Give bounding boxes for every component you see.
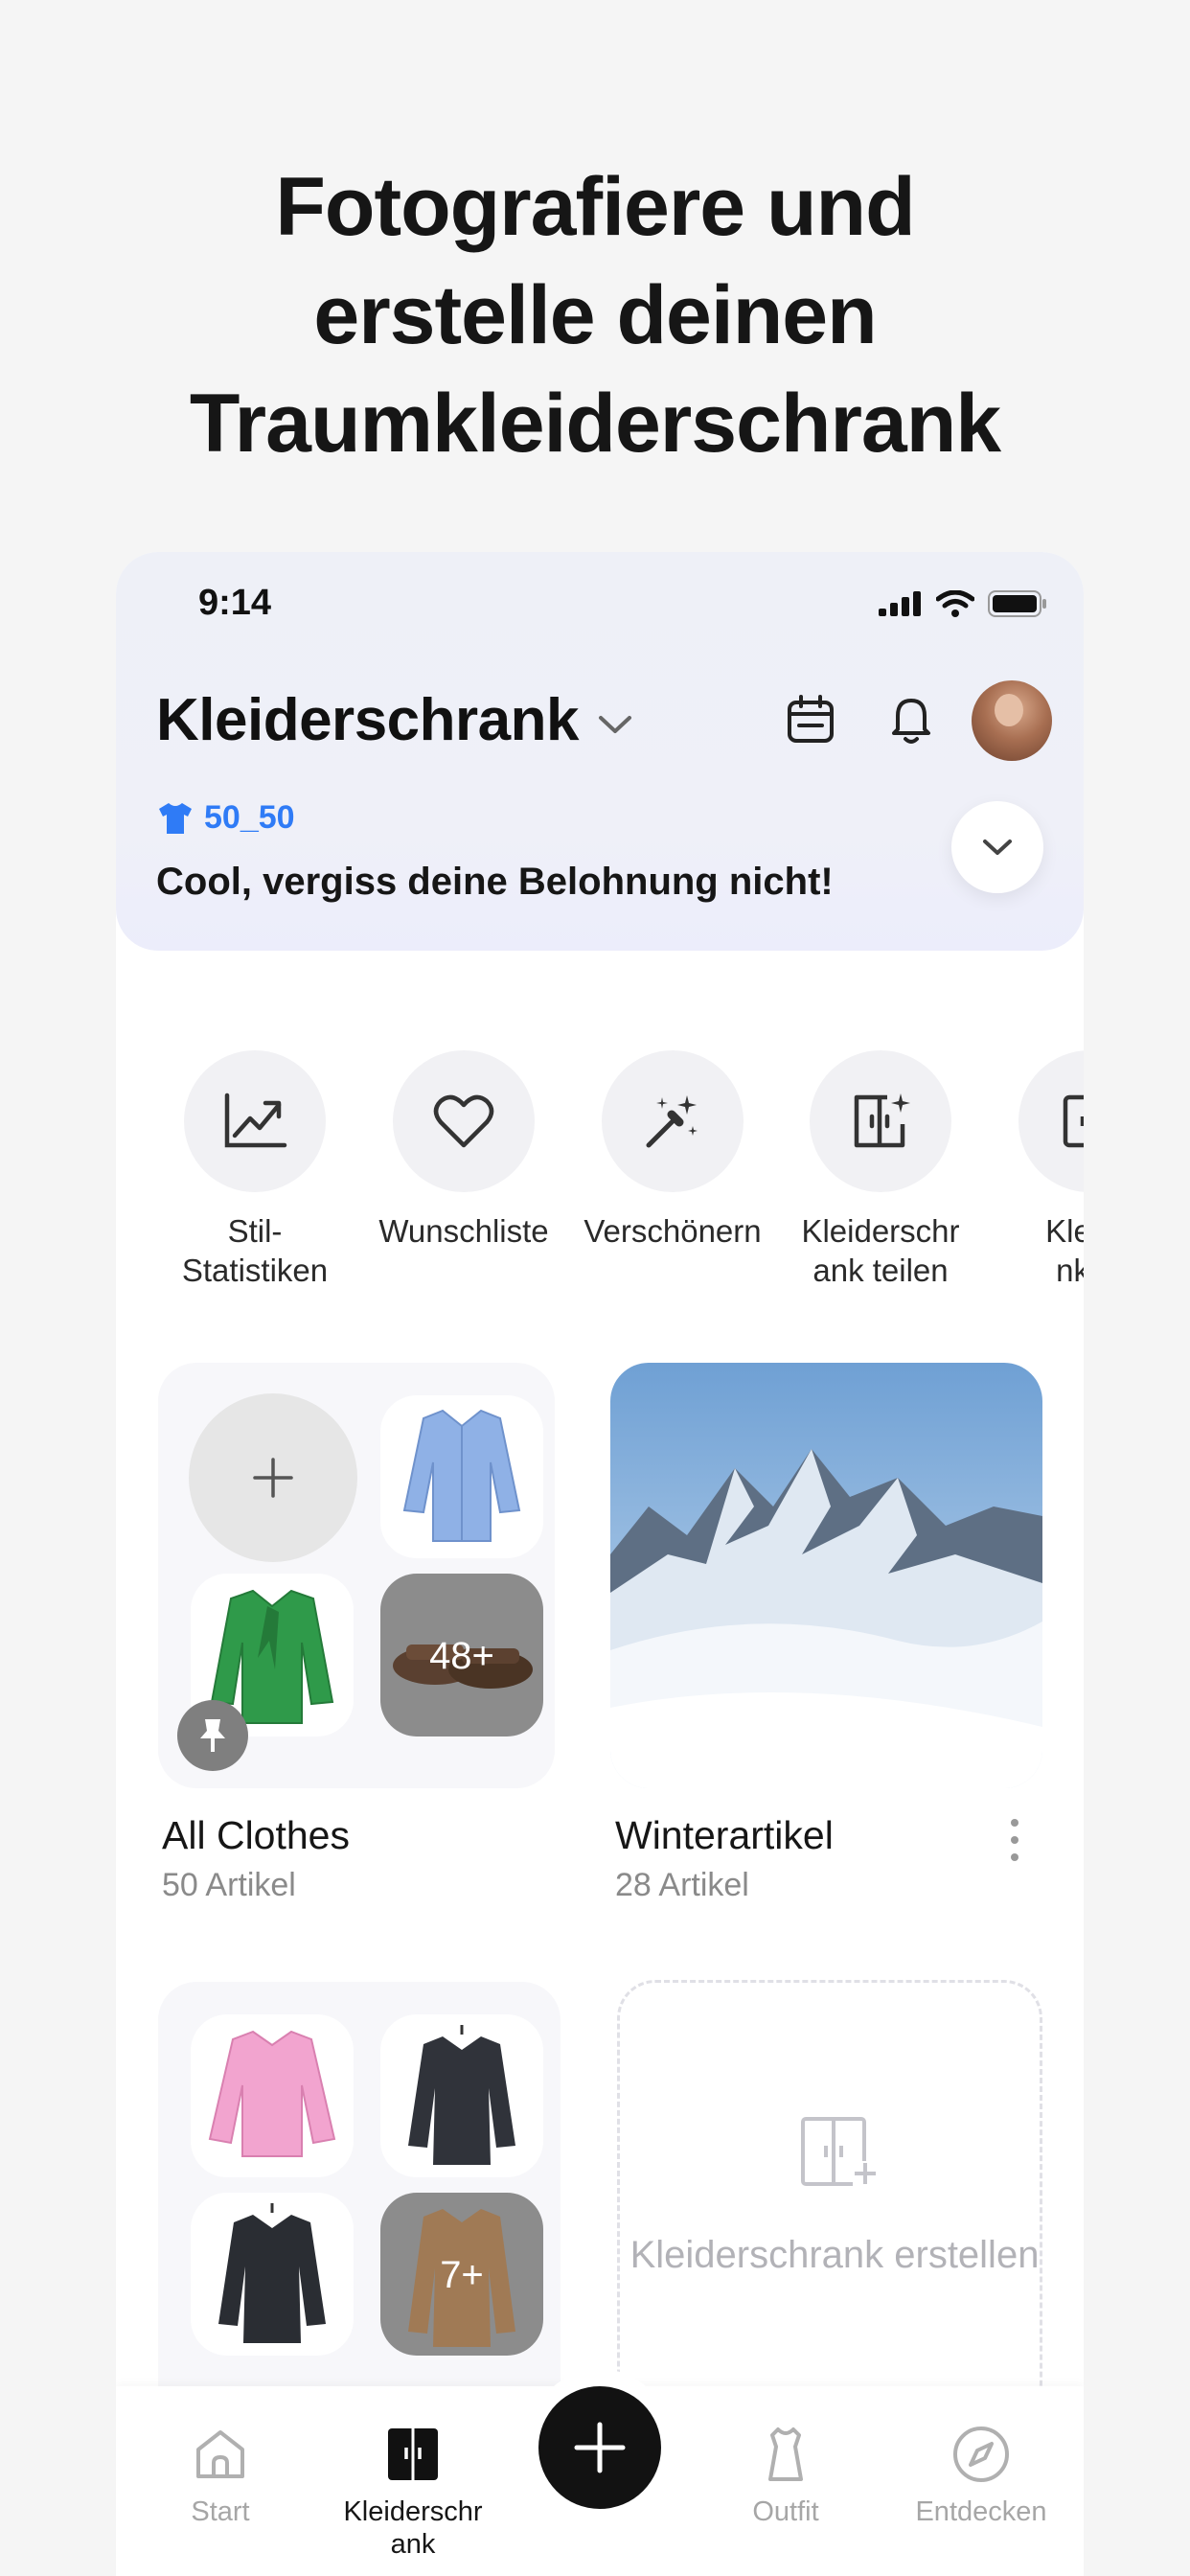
headline-line-3: Traumkleiderschrank	[189, 378, 1001, 470]
collection-count: 28 Artikel	[615, 1867, 749, 1903]
wifi-icon	[936, 590, 974, 617]
wardrobe-icon	[1063, 1094, 1084, 1148]
action-wishlist[interactable]: Wunschliste	[363, 1050, 564, 1251]
collection-name: Winterartikel	[615, 1813, 834, 1857]
action-label: Verschönern	[584, 1213, 762, 1249]
tab-label: Entdecken	[915, 2496, 1047, 2527]
outfit-icon	[768, 2427, 803, 2481]
expand-button[interactable]	[951, 801, 1043, 893]
reward-text: Cool, vergiss deine Belohnung nicht!	[156, 861, 834, 903]
magic-wand-icon	[646, 1095, 698, 1148]
wardrobe-title-row[interactable]: Kleiderschrank	[156, 686, 634, 754]
plus-icon	[253, 1458, 293, 1498]
item-blue-shirt[interactable]	[380, 1395, 543, 1558]
item-pink-shirt[interactable]	[191, 2014, 354, 2177]
item-beige-trench-more[interactable]: 7+	[380, 2193, 543, 2356]
action-share-wardrobe[interactable]: Kleiderschr ank teilen	[780, 1050, 981, 1290]
heart-icon	[433, 1094, 494, 1148]
dark-trench-image	[408, 2025, 515, 2165]
bell-icon[interactable]	[884, 693, 938, 747]
phone-screen: 9:14 Kleiderschrank 50_50 Cool, vergiss …	[116, 552, 1084, 2576]
plus-icon	[574, 2422, 626, 2473]
more-count: 48+	[429, 1635, 494, 1677]
wardrobe-icon	[388, 2428, 438, 2480]
wardrobe-tag: 50_50	[156, 799, 295, 837]
tshirt-icon	[159, 802, 192, 834]
tab-start[interactable]: Start	[134, 2425, 307, 2528]
collection-winter[interactable]	[610, 1363, 1042, 1788]
item-dark-coat[interactable]	[191, 2193, 354, 2356]
action-label: Stil- Statistiken	[181, 1213, 329, 1288]
quick-actions: Stil- Statistiken Wunschliste Verschöner…	[116, 1050, 1084, 1300]
more-count: 7+	[440, 2254, 484, 2296]
headline-line-2: erstelle deinen	[313, 269, 877, 361]
action-beautify[interactable]: Verschönern	[572, 1050, 773, 1251]
collection-coats[interactable]: 7+	[158, 1982, 561, 2423]
status-icons	[879, 590, 1047, 617]
action-label: Wunschliste	[378, 1213, 549, 1249]
more-vertical-icon[interactable]	[1009, 1817, 1020, 1863]
avatar[interactable]	[972, 680, 1052, 761]
action-label: Kleide nk-C	[1045, 1213, 1084, 1288]
add-item-button[interactable]	[189, 1393, 357, 1562]
dark-coat-image	[218, 2203, 326, 2343]
chevron-down-icon	[983, 840, 1012, 855]
item-sandals-more[interactable]: 48+	[380, 1574, 543, 1736]
action-wardrobe-extra[interactable]: Kleide nk-C	[989, 1050, 1084, 1290]
status-time: 9:14	[198, 583, 272, 623]
share-wardrobe-icon	[854, 1093, 910, 1148]
page-title: Kleiderschrank	[156, 687, 580, 753]
collection-count: 50 Artikel	[162, 1867, 296, 1903]
battery-icon	[988, 590, 1046, 617]
add-button[interactable]	[538, 2386, 661, 2509]
pink-shirt-image	[208, 2030, 336, 2157]
tab-wardrobe[interactable]: Kleiderschr ank	[327, 2425, 499, 2561]
tab-bar: Start Kleiderschr ank Outfit Entdecken	[116, 2369, 1084, 2576]
headline: Fotografiere und erstelle deinen Traumkl…	[0, 153, 1190, 478]
action-label: Kleiderschr ank teilen	[801, 1213, 960, 1288]
add-wardrobe-icon	[801, 2117, 878, 2186]
mountain-image	[610, 1363, 1042, 1788]
tab-label: Start	[191, 2496, 250, 2527]
tag-label: 50_50	[204, 799, 295, 836]
tab-label: Kleiderschr ank	[343, 2496, 483, 2560]
trend-chart-icon	[224, 1092, 287, 1148]
item-dark-trench[interactable]	[380, 2014, 543, 2177]
signal-icon	[879, 591, 921, 616]
create-wardrobe-button[interactable]: Kleiderschrank erstellen	[617, 1980, 1042, 2421]
tab-discover[interactable]: Entdecken	[895, 2425, 1067, 2528]
home-icon	[196, 2430, 244, 2478]
compass-icon	[953, 2426, 1009, 2482]
action-style-stats[interactable]: Stil- Statistiken	[154, 1050, 355, 1290]
pin-icon[interactable]	[177, 1700, 248, 1771]
calendar-icon[interactable]	[784, 693, 837, 747]
collection-all-clothes[interactable]: 48+	[158, 1363, 555, 1788]
tab-label: Outfit	[752, 2496, 819, 2527]
chevron-down-icon	[599, 715, 631, 733]
headline-line-1: Fotografiere und	[275, 161, 915, 253]
tab-outfit[interactable]: Outfit	[699, 2425, 872, 2528]
create-wardrobe-label: Kleiderschrank erstellen	[629, 2234, 1040, 2276]
collection-name: All Clothes	[162, 1813, 350, 1857]
blue-shirt-image	[402, 1409, 521, 1542]
